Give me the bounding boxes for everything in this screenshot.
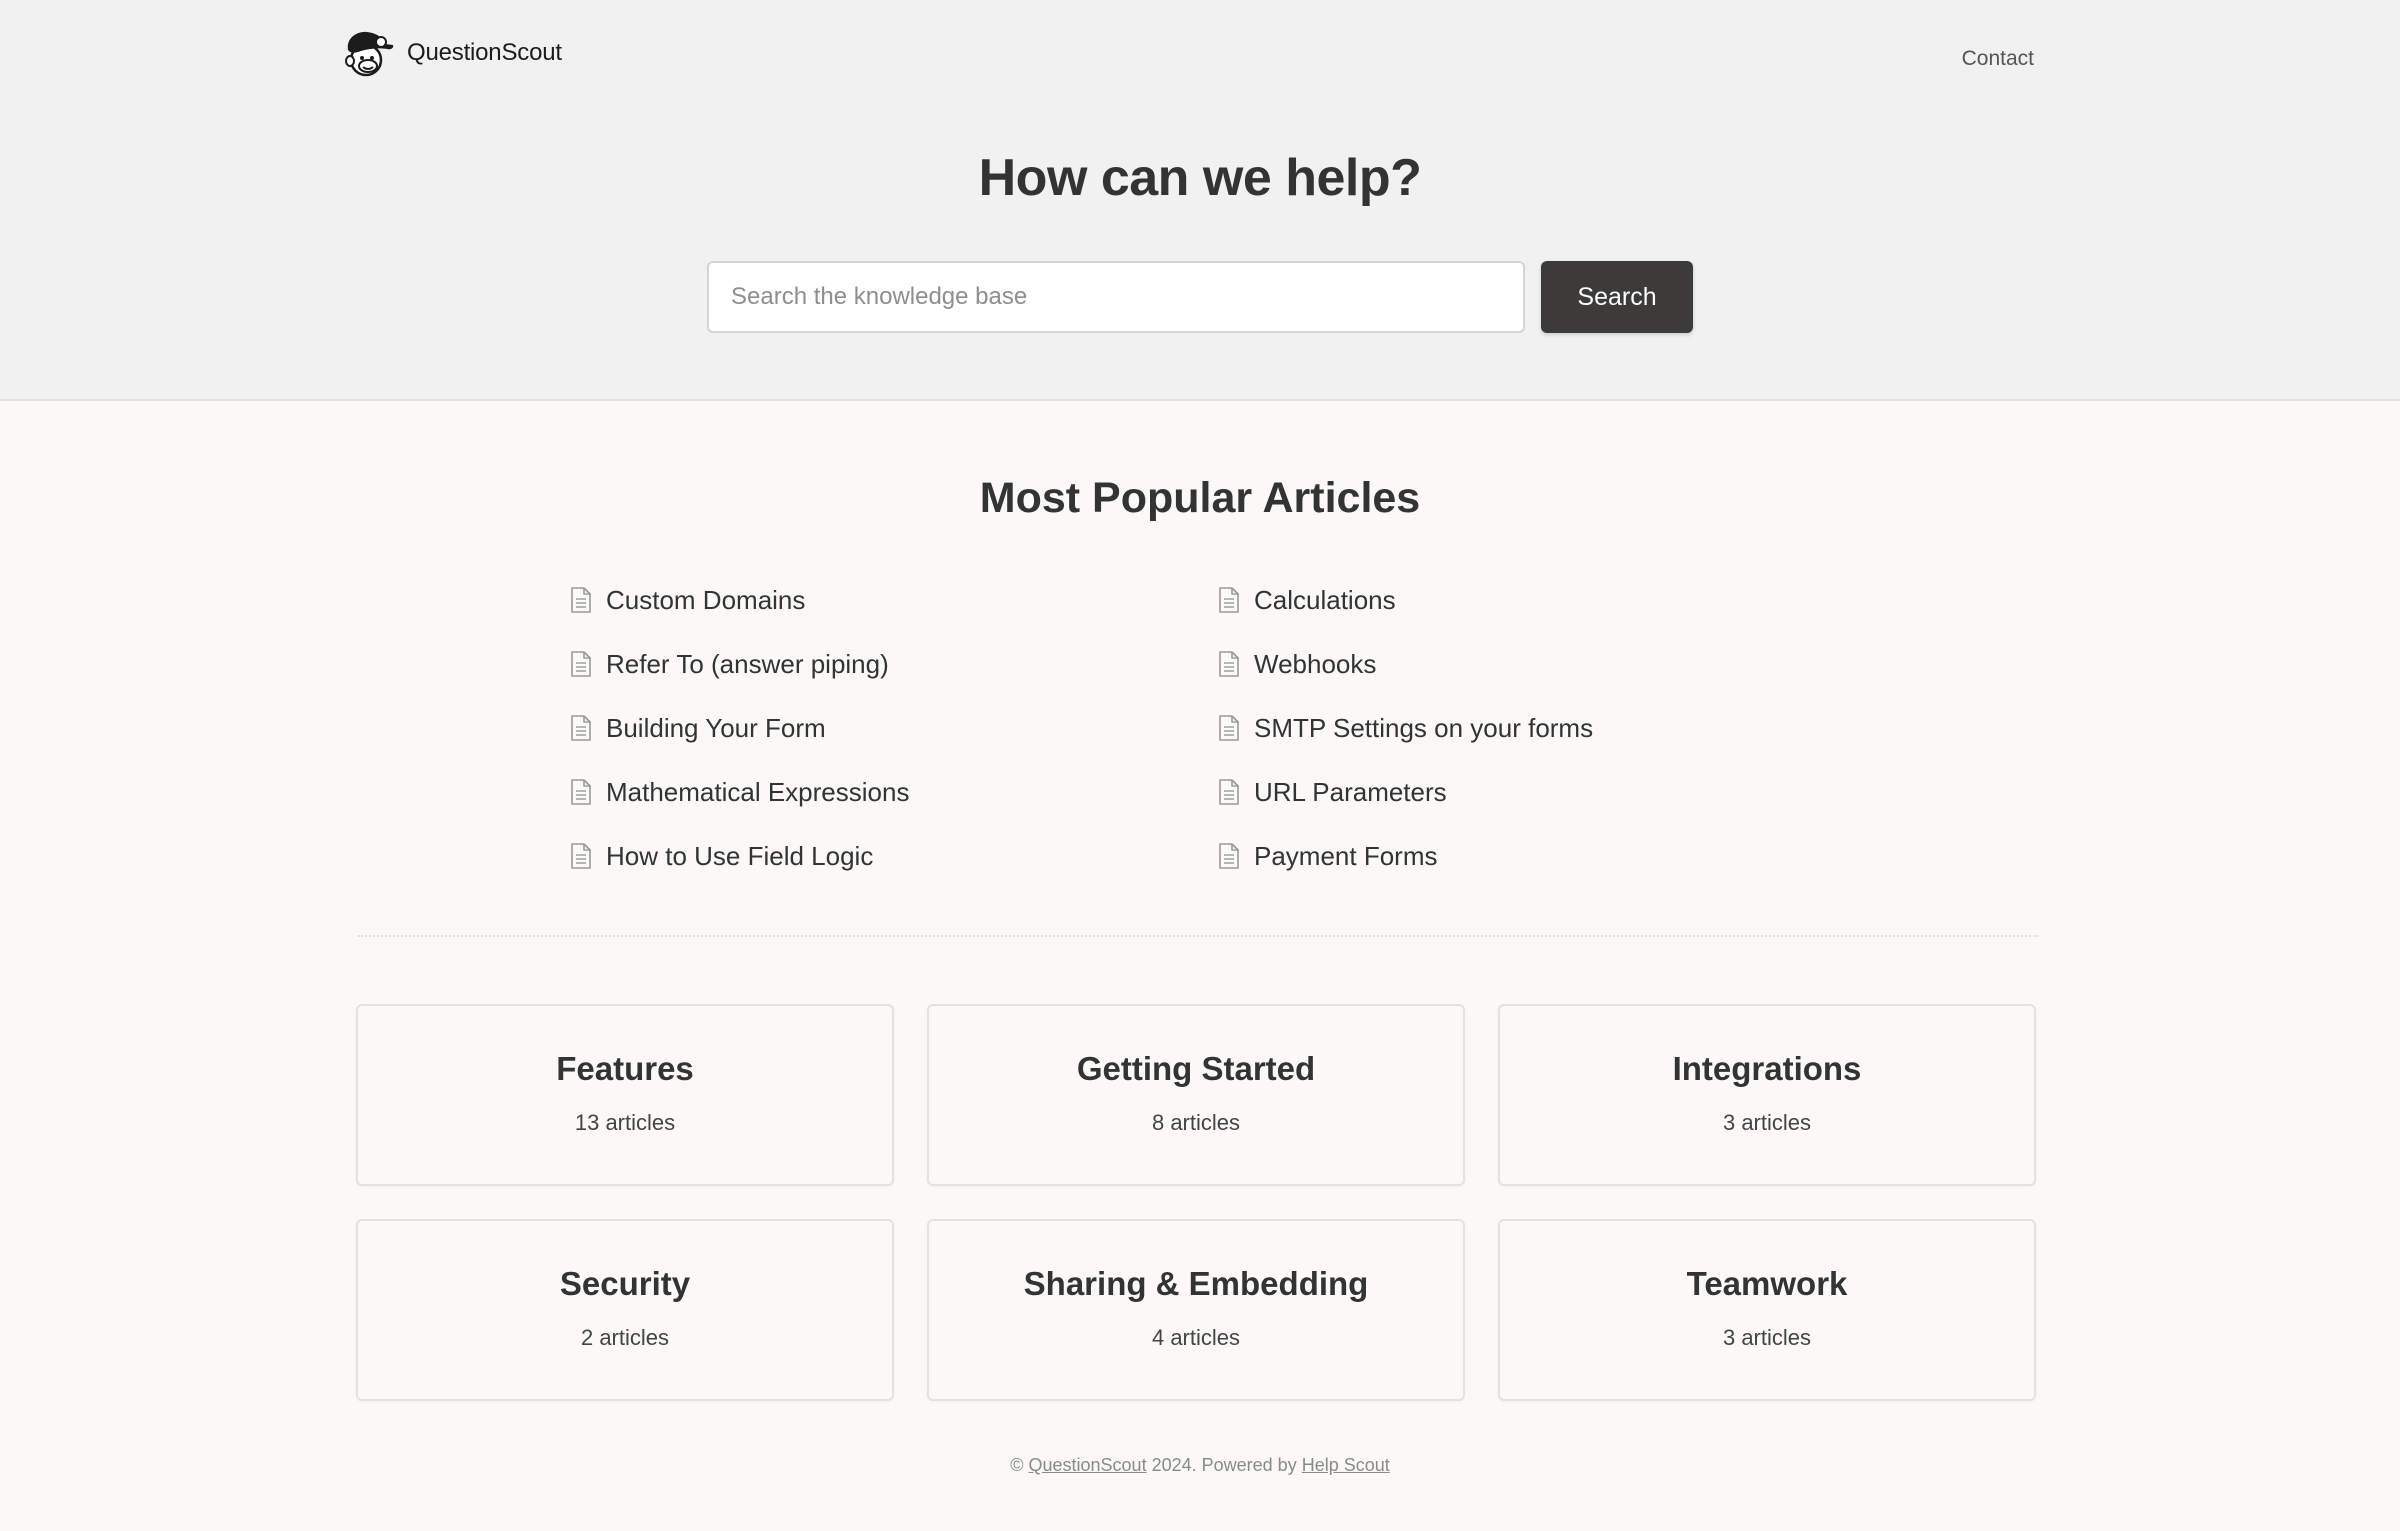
category-card[interactable]: Integrations 3 articles [1498,1004,2036,1186]
article-title: How to Use Field Logic [606,840,874,871]
category-article-count: 3 articles [1722,1110,1812,1135]
category-card[interactable]: Getting Started 8 articles [927,1004,1465,1186]
article-title: URL Parameters [1254,776,1447,807]
document-icon [1219,843,1239,869]
document-icon [1219,779,1239,805]
category-name: Integrations [1672,1050,1862,1087]
section-divider [358,935,2038,937]
article-title: Building Your Form [606,712,826,743]
article-title: Mathematical Expressions [606,776,910,807]
article-title: Webhooks [1254,648,1377,679]
page-title: How can we help? [978,149,1422,207]
footer-brand-link[interactable]: QuestionScout [1029,1455,1147,1475]
category-card[interactable]: Security 2 articles [356,1219,894,1401]
popular-article-link[interactable]: SMTP Settings on your forms [1218,704,1866,752]
document-icon [571,843,591,869]
brand-name: QuestionScout [407,39,562,66]
category-name: Security [559,1265,691,1302]
popular-article-link[interactable]: Payment Forms [1218,832,1866,880]
footer: © QuestionScout 2024. Powered by Help Sc… [0,1455,2400,1476]
article-title: Refer To (answer piping) [606,648,889,679]
category-article-count: 4 articles [1151,1325,1241,1350]
popular-article-link[interactable]: Refer To (answer piping) [570,640,1218,688]
document-icon [571,779,591,805]
search-form: Search [707,261,1693,333]
search-button[interactable]: Search [1541,261,1693,333]
category-name: Features [556,1050,694,1087]
document-icon [571,587,591,613]
popular-articles-heading: Most Popular Articles [979,474,1421,522]
footer-text: 2024. Powered by [1151,1455,1297,1475]
category-name: Sharing & Embedding [1023,1265,1369,1302]
popular-article-link[interactable]: Custom Domains [570,576,1218,624]
article-title: Payment Forms [1254,840,1438,871]
popular-article-link[interactable]: How to Use Field Logic [570,832,1218,880]
article-title: Calculations [1254,584,1396,615]
popular-article-link[interactable]: Mathematical Expressions [570,768,1218,816]
popular-article-link[interactable]: Calculations [1218,576,1866,624]
monkey-mascot-icon [345,31,394,77]
document-icon [1219,651,1239,677]
article-title: Custom Domains [606,584,806,615]
brand-logo-link[interactable]: QuestionScout [341,28,562,78]
document-icon [1219,715,1239,741]
contact-link[interactable]: Contact [1962,47,2034,71]
category-article-count: 13 articles [574,1110,676,1135]
search-input[interactable] [707,261,1525,333]
category-name: Getting Started [1076,1050,1316,1087]
document-icon [571,715,591,741]
hero-section: QuestionScout Contact How can we help? S… [0,0,2400,401]
help-scout-link[interactable]: Help Scout [1302,1455,1390,1475]
category-card[interactable]: Teamwork 3 articles [1498,1219,2036,1401]
category-card[interactable]: Features 13 articles [356,1004,894,1186]
document-icon [1219,587,1239,613]
copyright-symbol: © [1010,1455,1024,1475]
popular-article-link[interactable]: Webhooks [1218,640,1866,688]
category-article-count: 3 articles [1722,1325,1812,1350]
popular-article-link[interactable]: URL Parameters [1218,768,1866,816]
category-name: Teamwork [1686,1265,1848,1302]
document-icon [571,651,591,677]
article-title: SMTP Settings on your forms [1254,712,1594,743]
popular-articles-list: Custom Domains Calculations Refer To (answ… [570,576,1870,896]
category-article-count: 8 articles [1151,1110,1241,1135]
popular-article-link[interactable]: Building Your Form [570,704,1218,752]
category-grid: Features 13 articles Getting Started 8 arti… [356,1004,2038,1401]
category-article-count: 2 articles [580,1325,670,1350]
category-card[interactable]: Sharing & Embedding 4 articles [927,1219,1465,1401]
